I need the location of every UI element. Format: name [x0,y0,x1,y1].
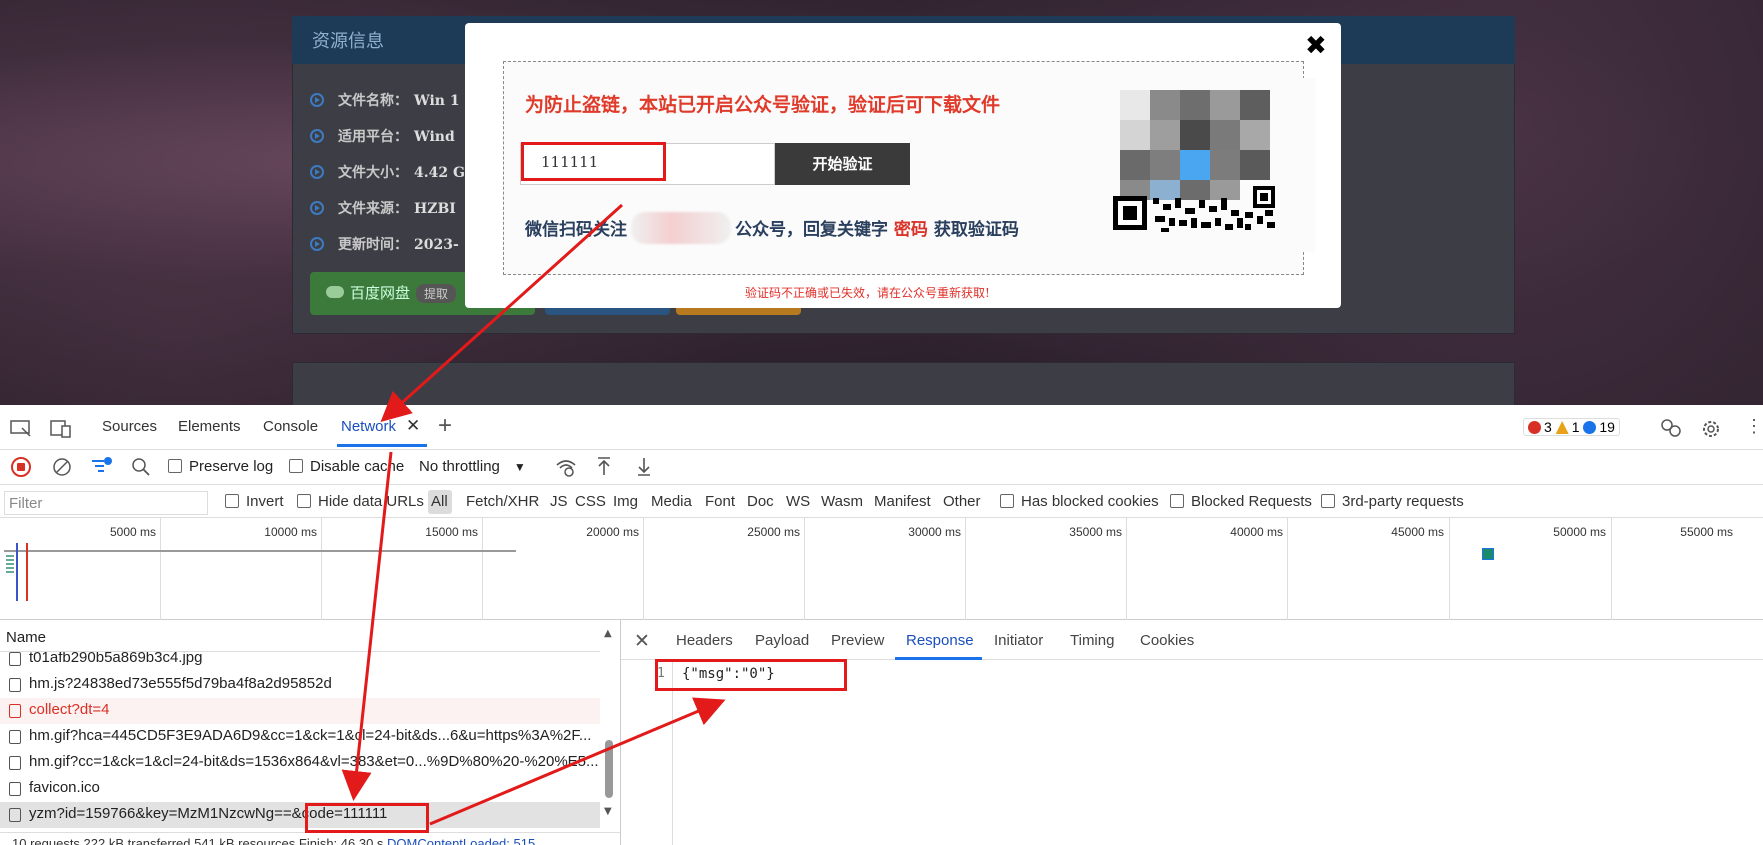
annotation-arrows [341,203,726,826]
